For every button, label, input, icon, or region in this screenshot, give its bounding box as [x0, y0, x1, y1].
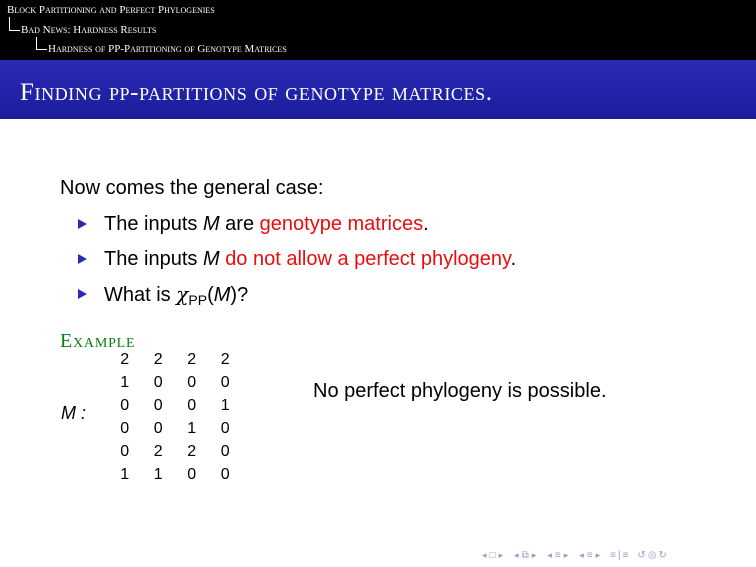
nav-slide-group: ◂ □ ▸	[480, 550, 505, 561]
matrix-cell: 0	[187, 374, 197, 391]
matrix-cell: 0	[120, 443, 130, 460]
matrix-row: 0 0 1 0	[108, 418, 242, 441]
matrix-cell: 2	[187, 443, 197, 460]
matrix-row: 1 1 0 0	[108, 464, 242, 487]
matrix-cell: 2	[153, 443, 163, 460]
matrix-cell: 0	[120, 397, 130, 414]
headline-bar: Block Partitioning and Perfect Phylogeni…	[0, 0, 756, 60]
nav-subsection-icon[interactable]: ≡	[555, 550, 561, 561]
matrix-cell: 2	[187, 351, 197, 368]
matrix-cell: 0	[120, 420, 130, 437]
nav-left-arrow-icon[interactable]: ◂	[482, 550, 487, 561]
triangle-bullet-icon	[78, 254, 87, 264]
math-variable: M	[202, 248, 220, 270]
nav-first-icon[interactable]: □	[490, 550, 496, 561]
nav-section-group: ◂ ≡ ▸	[577, 550, 602, 561]
nav-back-icon[interactable]: ↺	[637, 550, 645, 561]
tree-connector	[9, 17, 20, 31]
nav-search-group: ↺ ◎ ↻	[636, 550, 668, 561]
nav-frame-group: ◂ ⧉ ▸	[512, 550, 538, 561]
frame-title: Finding pp-partitions of genotype matric…	[20, 79, 493, 106]
nav-right-arrow-icon[interactable]: ▸	[596, 550, 601, 561]
headline-section-title[interactable]: Bad News: Hardness Results	[21, 24, 156, 36]
matrix-cell: 0	[220, 443, 230, 460]
triangle-bullet-icon	[78, 289, 87, 299]
headline-document-title[interactable]: Block Partitioning and Perfect Phylogeni…	[7, 4, 215, 16]
matrix-row: 0 0 0 1	[108, 395, 242, 418]
matrix-cell: 1	[120, 466, 130, 483]
nav-left-arrow-icon[interactable]: ◂	[547, 550, 552, 561]
nav-doc-group: ≡ | ≡	[609, 550, 629, 561]
nav-search-icon[interactable]: ◎	[648, 550, 657, 561]
math-variable: M	[202, 213, 220, 235]
matrix-cell: 0	[220, 420, 230, 437]
triangle-bullet-icon	[78, 219, 87, 229]
nav-doc-icon[interactable]: ≡	[623, 550, 629, 561]
nav-section-icon[interactable]: ≡	[587, 550, 593, 561]
matrix-cell: 1	[187, 420, 197, 437]
math-variable: M	[213, 284, 231, 306]
beamer-navigation-bar: ◂ □ ▸ ◂ ⧉ ▸ ◂ ≡ ▸ ◂ ≡ ▸ ≡ | ≡ ↺ ◎ ↻	[480, 548, 750, 562]
matrix-cell: 2	[153, 351, 163, 368]
matrix-cell: 0	[153, 397, 163, 414]
subscript-pp: PP	[188, 292, 208, 308]
matrix-cell: 0	[153, 374, 163, 391]
matrix-label: M :	[61, 403, 86, 423]
matrix-row: 1 0 0 0	[108, 372, 242, 395]
matrix-cell: 0	[220, 374, 230, 391]
nav-left-arrow-icon[interactable]: ◂	[514, 550, 519, 561]
chi-symbol: χ	[176, 282, 189, 306]
nav-frame-icon[interactable]: ⧉	[522, 550, 529, 561]
nav-subsection-group: ◂ ≡ ▸	[545, 550, 570, 561]
nav-right-arrow-icon[interactable]: ▸	[532, 550, 537, 561]
matrix-cell: 1	[153, 466, 163, 483]
matrix-cell: 0	[153, 420, 163, 437]
matrix-cell: 0	[220, 466, 230, 483]
matrix-cell: 2	[120, 351, 130, 368]
matrix-row: 2 2 2 2	[108, 349, 242, 372]
matrix-cell: 0	[187, 466, 197, 483]
matrix-cell: 0	[187, 397, 197, 414]
highlight-text: genotype matrices	[259, 213, 424, 235]
frame-title-bar: Finding pp-partitions of genotype matric…	[0, 60, 756, 119]
matrix-cell: 2	[220, 351, 230, 368]
highlight-text: do not allow a perfect phylogeny	[225, 248, 511, 270]
nav-doc-icon[interactable]: ≡	[610, 550, 616, 561]
genotype-matrix: 2 2 2 2 1 0 0 0 0 0 0 1 0 0 1 0 0 2 2 0 …	[108, 349, 242, 487]
example-note: No perfect phylogeny is possible.	[313, 380, 607, 402]
tree-connector	[36, 37, 47, 50]
matrix-row: 0 2 2 0	[108, 441, 242, 464]
nav-right-arrow-icon[interactable]: ▸	[499, 550, 504, 561]
nav-align-icon[interactable]: |	[618, 550, 621, 561]
intro-text: Now comes the general case:	[60, 177, 324, 199]
matrix-cell: 1	[120, 374, 130, 391]
headline-subsection-title[interactable]: Hardness of PP-Partitioning of Genotype …	[48, 43, 287, 55]
matrix-cell: 1	[220, 397, 230, 414]
nav-right-arrow-icon[interactable]: ▸	[564, 550, 569, 561]
nav-forward-icon[interactable]: ↻	[659, 550, 667, 561]
nav-left-arrow-icon[interactable]: ◂	[579, 550, 584, 561]
